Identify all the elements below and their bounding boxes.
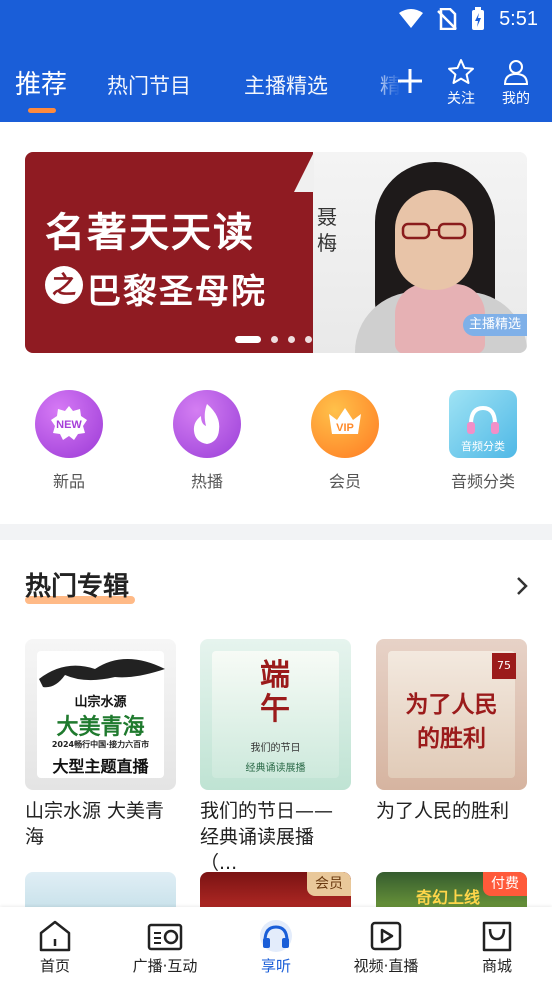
carousel-dots	[235, 336, 312, 343]
vip-crown-icon: VIP	[311, 390, 379, 458]
album-cover: 端午 我们的节日 经典诵读展播	[200, 639, 351, 790]
home-icon	[39, 920, 71, 952]
svg-text:NEW: NEW	[56, 419, 82, 431]
album-cover-text: 端午	[260, 658, 290, 727]
video-play-icon	[370, 921, 402, 951]
quick-entry-hot[interactable]: 热播	[162, 390, 252, 492]
quick-entry-audio-category[interactable]: 音频分类 音频分类	[438, 390, 528, 492]
mine-label: 我的	[502, 91, 530, 107]
banner-title-panel: 名著天天读 之 巴黎圣母院	[25, 152, 314, 353]
album-card[interactable]: 端午 我们的节日 经典诵读展播 我们的节日——经典诵读展播（...	[200, 639, 351, 876]
banner-title-line2: 巴黎圣母院	[87, 272, 267, 312]
status-time: 5:51	[499, 7, 538, 30]
banner-host-name: 聂梅	[317, 205, 337, 255]
album-card[interactable]	[25, 872, 176, 912]
battery-charging-icon	[472, 7, 485, 30]
bottom-nav-home-label: 首页	[39, 957, 70, 975]
bottom-nav-video-label: 视频·直播	[353, 957, 419, 975]
album-cover: 为了人民 的胜利 75	[376, 639, 527, 790]
bottom-nav-home[interactable]: 首页	[5, 919, 105, 976]
star-icon	[448, 59, 474, 84]
quick-entry-audio-category-label: 音频分类	[450, 472, 515, 491]
quick-entry-new[interactable]: NEW 新品	[24, 390, 114, 492]
album-card[interactable]: 奇幻上线 付费	[376, 872, 527, 912]
section-title-hot-albums: 热门专辑	[25, 572, 130, 602]
album-card[interactable]: 山宗水源 大美青海 2024畅行中国·接力六百市 大型主题直播 山宗水源 大美青…	[25, 639, 176, 850]
paid-badge: 付费	[483, 872, 527, 896]
bottom-nav-shop-label: 商城	[481, 957, 512, 975]
chevron-right-icon[interactable]	[512, 574, 532, 598]
album-title: 我们的节日——经典诵读展播（...	[200, 800, 334, 874]
tab-hot-programs[interactable]: 热门节目	[107, 70, 191, 100]
flame-icon	[173, 390, 241, 458]
headphones-icon: 音频分类	[449, 390, 517, 458]
shopping-bag-icon	[482, 921, 512, 952]
host-portrait-glasses	[401, 222, 467, 240]
album-cover-text: 的胜利	[417, 725, 486, 752]
host-portrait-face	[395, 190, 473, 290]
status-icons: 5:51	[399, 6, 538, 32]
bottom-nav-radio-label: 广播·互动	[132, 957, 198, 975]
user-icon	[503, 60, 529, 85]
bottom-nav-listen[interactable]: 享听	[226, 919, 326, 976]
album-title: 为了人民的胜利	[376, 800, 510, 822]
anniversary-badge: 75	[492, 653, 516, 679]
headphones-icon	[260, 920, 292, 952]
new-badge-icon: NEW	[35, 390, 103, 458]
mine-button[interactable]: 我的	[494, 58, 538, 108]
album-cover-text: 奇幻上线	[416, 888, 481, 907]
album-card[interactable]: 为了人民 的胜利 75 为了人民的胜利	[376, 639, 527, 824]
tab-recommend[interactable]: 推荐	[15, 64, 67, 101]
follow-button[interactable]: 关注	[439, 58, 483, 108]
carousel-dot-active	[235, 336, 261, 343]
album-title: 山宗水源 大美青海	[25, 800, 165, 848]
svg-text:VIP: VIP	[336, 422, 354, 434]
carousel-dot	[305, 336, 312, 343]
radio-icon	[147, 923, 183, 951]
bottom-nav-video[interactable]: 视频·直播	[336, 919, 436, 976]
bottom-nav-listen-label: 享听	[260, 957, 291, 975]
follow-label: 关注	[447, 91, 475, 107]
active-tab-indicator	[28, 108, 56, 113]
top-nav: 推荐 热门节目 主播精选 精 关注 我的	[0, 48, 552, 122]
carousel-dot	[288, 336, 295, 343]
carousel-dot	[271, 336, 278, 343]
wifi-icon	[399, 9, 424, 28]
banner-tag: 主播精选	[462, 314, 527, 336]
no-sim-icon	[437, 8, 457, 30]
banner-title-line1: 名著天天读	[45, 209, 255, 256]
bottom-nav-radio[interactable]: 广播·互动	[115, 919, 215, 976]
album-cover-text: 2024畅行中国·接力六百市	[51, 740, 150, 749]
quick-entry-new-label: 新品	[52, 472, 85, 491]
svg-text:音频分类: 音频分类	[461, 439, 505, 453]
quick-entry-vip-label: 会员	[328, 472, 361, 491]
album-cover-text: 经典诵读展播	[245, 763, 306, 774]
quick-entry-vip[interactable]: VIP 会员	[300, 390, 390, 492]
bottom-nav-shop[interactable]: 商城	[447, 919, 547, 976]
tab-host-picks[interactable]: 主播精选	[244, 70, 328, 100]
banner-carousel[interactable]: 名著天天读 之 巴黎圣母院 聂梅 主播精选	[25, 152, 527, 353]
status-bar: 5:51	[0, 0, 552, 48]
plus-icon[interactable]	[395, 66, 425, 96]
album-cover-text: 大美青海	[56, 714, 145, 740]
banner-title-circle: 之	[45, 266, 83, 304]
quick-entry-hot-label: 热播	[190, 472, 223, 491]
member-badge: 会员	[307, 872, 351, 896]
album-cover-text: 大型主题直播	[52, 757, 149, 776]
section-divider	[0, 524, 552, 540]
album-cover-text: 我们的节日	[250, 743, 301, 754]
album-cover-text: 山宗水源	[74, 695, 127, 710]
album-card[interactable]: 会员	[200, 872, 351, 912]
album-cover-text: 为了人民	[405, 691, 498, 718]
bottom-nav: 首页 广播·互动 享听 视频·直播 商城	[0, 907, 552, 981]
album-cover: 山宗水源 大美青海 2024畅行中国·接力六百市 大型主题直播	[25, 639, 176, 790]
